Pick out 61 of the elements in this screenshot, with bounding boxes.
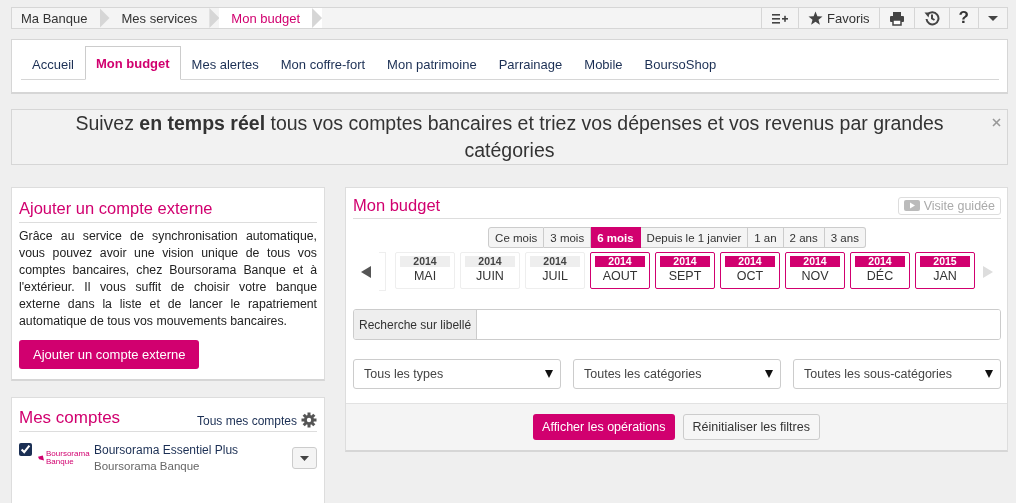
nav-tab[interactable]: Mon budget <box>84 46 181 80</box>
breadcrumb-link[interactable]: Mon budget <box>219 8 323 28</box>
account-checkbox[interactable] <box>19 443 32 456</box>
bank-name: Boursorama Banque <box>94 459 201 474</box>
breadcrumb-link[interactable]: Mes services <box>109 8 220 28</box>
left-triangle-icon <box>361 265 371 278</box>
month-tile[interactable]: 2014 AOUT <box>590 252 650 289</box>
account-menu-button[interactable] <box>292 447 317 469</box>
month-tile[interactable]: 2014 OCT <box>720 252 780 289</box>
add-account-button[interactable]: Ajouter un compte externe <box>19 340 200 369</box>
nav-tab[interactable]: Mes alertes <box>180 48 270 80</box>
card-title: Mes comptes <box>19 408 122 428</box>
description-text: Grâce au service de synchronisation automatique, vous pouvez avoir une vision unique de tous vos comptes bancaires, chez Boursorama Banque et à l'extérieur. Il vous suffit de choisir votre banque externe dans la liste et de lancer le rapatriement automatique de tous vos mouvements bancaires. <box>19 228 317 330</box>
account-name: Boursorama Essentiel Plus <box>94 442 240 458</box>
panel-title: Mon budget <box>353 196 442 215</box>
filter-dropdown[interactable]: Toutes les sous-catégories <box>793 359 1001 389</box>
logo-mark-icon <box>38 454 44 462</box>
video-play-icon <box>903 200 920 211</box>
search-field[interactable]: Recherche sur libellé <box>353 309 1001 340</box>
period-tab[interactable]: 3 mois <box>544 227 592 248</box>
card-title: Ajouter un compte externe <box>19 198 317 223</box>
period-tab[interactable]: Depuis le 1 janvier <box>640 227 749 248</box>
period-tab[interactable]: Ce mois <box>488 227 545 248</box>
period-tab[interactable]: 6 mois <box>591 227 641 248</box>
caret-icon <box>765 370 773 378</box>
history-icon <box>923 10 940 26</box>
period-tab[interactable]: 2 ans <box>783 227 825 248</box>
nav-tab[interactable]: Mon coffre-fort <box>269 48 377 80</box>
gear-icon <box>301 412 317 428</box>
banner-text: Suivez en temps réel tous vos comptes bancaires et triez vos dépenses et vos revenus par grandes catégories <box>74 111 945 163</box>
month-tile[interactable]: 2014 MAI <box>395 252 455 289</box>
month-tile[interactable]: 2014 JUIN <box>460 252 520 289</box>
period-tab[interactable]: 1 an <box>748 227 784 248</box>
nav-tab[interactable]: Mon patrimoine <box>376 48 488 80</box>
field-label: Recherche sur libellé <box>354 310 478 339</box>
nav-tab[interactable]: Accueil <box>21 48 85 80</box>
nav-tab[interactable]: Parrainage <box>487 48 574 80</box>
caret-icon <box>985 370 993 378</box>
nav-tab[interactable]: BoursoShop <box>633 48 728 80</box>
show-operations-button[interactable]: Afficher les opérations <box>533 414 675 440</box>
reset-filters-button[interactable]: Réinitialiser les filtres <box>682 414 820 440</box>
month-tile[interactable]: 2015 JAN <box>915 252 975 289</box>
close-button[interactable] <box>992 118 1001 127</box>
all-accounts-link[interactable]: Tous mes comptes <box>196 414 297 428</box>
nav-tab[interactable]: Mobile <box>573 48 634 80</box>
month-tile[interactable]: 2014 NOV <box>785 252 845 289</box>
month-tile[interactable]: 2014 DÉC <box>850 252 910 289</box>
month-tile[interactable]: 2014 SEPT <box>655 252 715 289</box>
caret-icon <box>300 455 309 461</box>
close-icon <box>992 118 1001 127</box>
month-tile[interactable]: 2014 JUIL <box>525 252 585 289</box>
star-icon <box>808 11 823 25</box>
caret-icon <box>545 370 553 378</box>
caret-icon <box>988 15 998 21</box>
breadcrumb-link[interactable]: Ma Banque <box>12 8 110 28</box>
period-tab[interactable]: 3 ans <box>824 227 866 248</box>
printer-icon <box>888 10 905 26</box>
bank-logo: Boursorama Banque <box>38 442 90 474</box>
right-triangle-icon <box>983 265 993 278</box>
filter-dropdown[interactable]: Toutes les catégories <box>573 359 781 389</box>
filter-dropdown[interactable]: Tous les types <box>353 359 561 389</box>
